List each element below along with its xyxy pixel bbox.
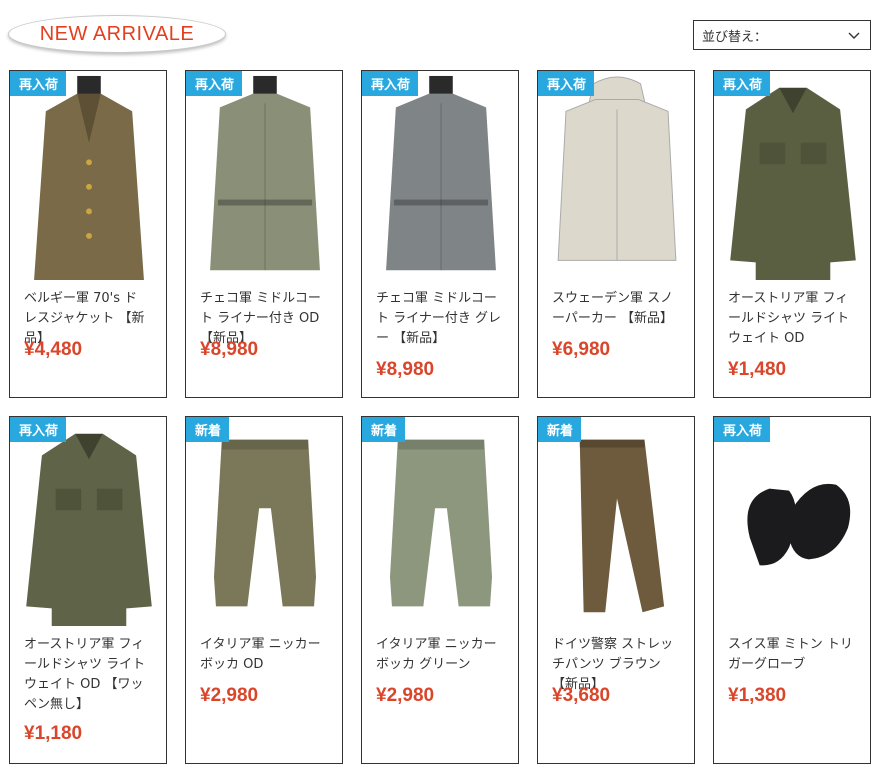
sort-label: 並び替え： [702, 29, 768, 45]
product-name[interactable]: イタリア軍 ニッカーボッカ グリーン [376, 635, 502, 675]
product-price: ¥8,980 [376, 359, 435, 380]
product-price: ¥2,980 [200, 685, 259, 706]
product-name[interactable]: チェコ軍 ミドルコート ライナー付き グレー 【新品】 [376, 289, 502, 349]
product-name[interactable]: オーストリア軍 フィールドシャツ ライトウェイト OD 【ワッペン無し】 [24, 635, 150, 715]
product-card[interactable]: 再入荷 スウェーデン軍 スノーパーカー 【新品】 ¥6,980 [537, 70, 695, 398]
product-card[interactable]: 新着 ドイツ警察 ストレッチパンツ ブラウン 【新品】 ¥3,680 [537, 416, 695, 764]
restock-tag: 再入荷 [10, 71, 67, 96]
coat-icon[interactable] [367, 74, 515, 282]
product-card[interactable]: 再入荷 チェコ軍 ミドルコート ライナー付き グレー 【新品】 ¥8,980 [361, 70, 519, 398]
knickers-icon[interactable] [367, 420, 515, 628]
product-name[interactable]: スウェーデン軍 スノーパーカー 【新品】 [552, 289, 678, 329]
product-price: ¥1,180 [24, 723, 83, 744]
product-card[interactable]: 新着 イタリア軍 ニッカーボッカ グリーン ¥2,980 [361, 416, 519, 764]
new-arrival-badge: NEW ARRIVALE [8, 15, 226, 53]
product-price: ¥8,980 [200, 339, 259, 360]
restock-tag: 再入荷 [714, 71, 771, 96]
restock-tag: 再入荷 [714, 417, 771, 442]
restock-tag: 新着 [362, 417, 406, 442]
sort-select[interactable]: 並び替え： [693, 20, 871, 50]
product-price: ¥3,680 [552, 685, 611, 706]
product-name[interactable]: オーストリア軍 フィールドシャツ ライトウェイト OD [728, 289, 854, 349]
product-name[interactable]: スイス軍 ミトン トリガーグローブ [728, 635, 854, 675]
product-price: ¥1,380 [728, 685, 787, 706]
product-price: ¥2,980 [376, 685, 435, 706]
restock-tag: 再入荷 [362, 71, 419, 96]
knickers-icon[interactable] [191, 420, 339, 628]
jacket-icon[interactable] [15, 74, 163, 282]
chevron-down-icon [848, 32, 860, 39]
coat-icon[interactable] [191, 74, 339, 282]
product-name[interactable]: イタリア軍 ニッカーボッカ OD [200, 635, 326, 675]
product-card[interactable]: 新着 イタリア軍 ニッカーボッカ OD ¥2,980 [185, 416, 343, 764]
restock-tag: 新着 [186, 417, 230, 442]
parka-icon[interactable] [543, 74, 691, 282]
shirt-icon[interactable] [15, 420, 163, 628]
product-card[interactable]: 再入荷 オーストリア軍 フィールドシャツ ライトウェイト OD 【ワッペン無し】… [9, 416, 167, 764]
restock-tag: 再入荷 [186, 71, 243, 96]
product-price: ¥1,480 [728, 359, 787, 380]
restock-tag: 再入荷 [538, 71, 595, 96]
restock-tag: 新着 [538, 417, 582, 442]
product-card[interactable]: 再入荷 ベルギー軍 70's ドレスジャケット 【新品】 ¥4,480 [9, 70, 167, 398]
product-card[interactable]: 再入荷 スイス軍 ミトン トリガーグローブ ¥1,380 [713, 416, 871, 764]
product-card[interactable]: 再入荷 チェコ軍 ミドルコート ライナー付き OD 【新品】 ¥8,980 [185, 70, 343, 398]
mitten-icon[interactable] [719, 420, 867, 628]
new-arrival-label: NEW ARRIVALE [39, 22, 195, 45]
restock-tag: 再入荷 [10, 417, 67, 442]
pants-icon[interactable] [543, 420, 691, 628]
product-price: ¥6,980 [552, 339, 611, 360]
product-price: ¥4,480 [24, 339, 83, 360]
product-card[interactable]: 再入荷 オーストリア軍 フィールドシャツ ライトウェイト OD ¥1,480 [713, 70, 871, 398]
shirt-icon[interactable] [719, 74, 867, 282]
